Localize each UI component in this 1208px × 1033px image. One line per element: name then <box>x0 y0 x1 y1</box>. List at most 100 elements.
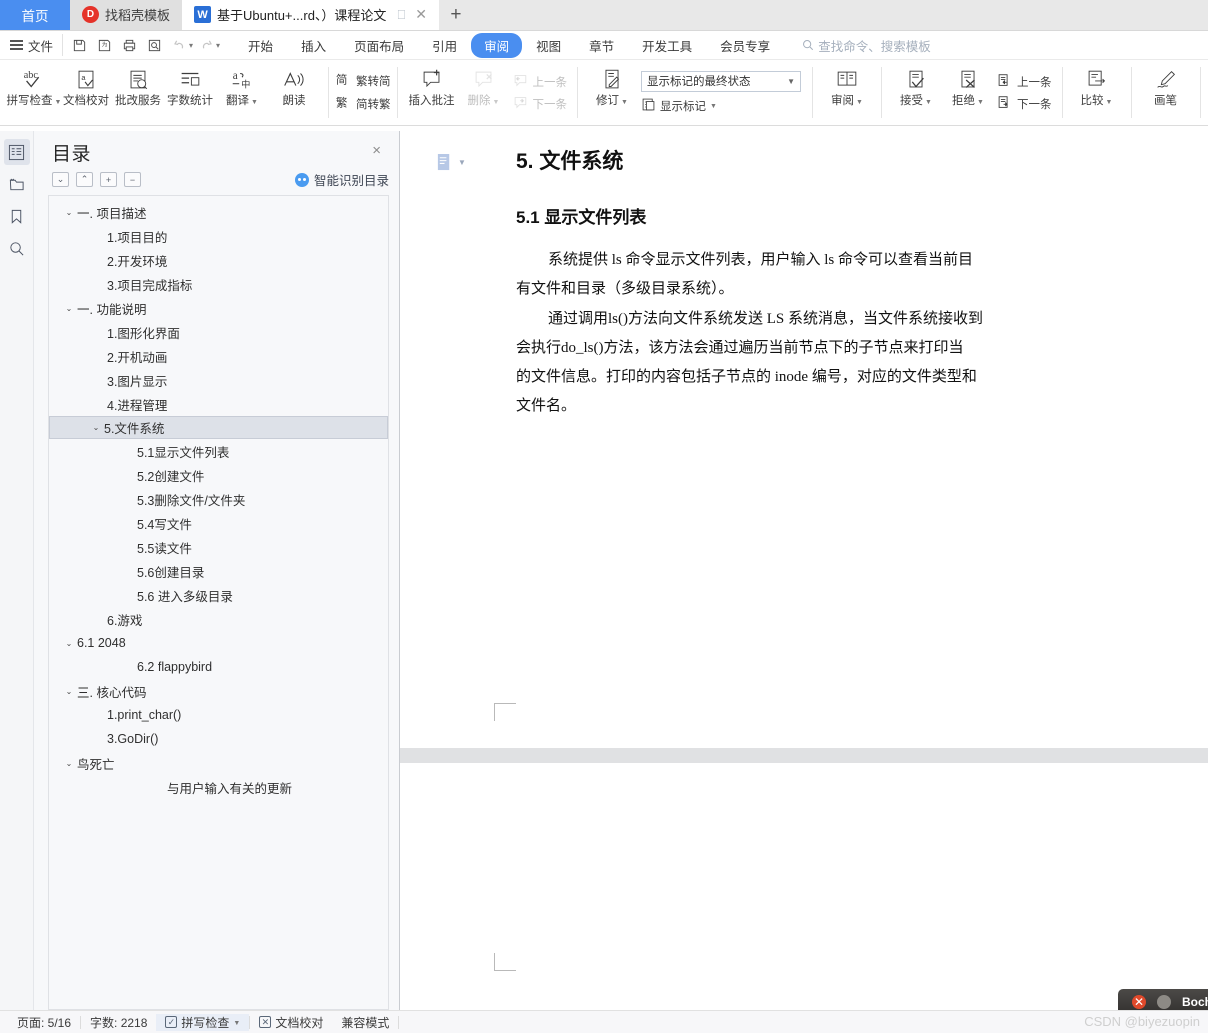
document-canvas[interactable]: ▼ 5. 文件系统 5.1 显示文件列表 系统提供 ls 命令显示文件列表，用户… <box>400 131 1208 1010</box>
sidebar-item-search-panel[interactable] <box>4 235 30 261</box>
delete-comment-button[interactable]: 删除 ▼ <box>458 60 510 125</box>
translate-button[interactable]: a中 翻译 ▼ <box>216 60 268 125</box>
tab-close-icon[interactable]: ✕ <box>415 6 427 23</box>
chevron-down-icon[interactable]: ▼ <box>251 99 258 107</box>
tab-developer-tools[interactable]: 开发工具 <box>628 34 706 57</box>
tab-start[interactable]: 开始 <box>234 34 287 57</box>
outline-item-19[interactable]: 6.2 flappybird <box>49 655 388 679</box>
outline-item-11[interactable]: 5.2创建文件 <box>49 463 388 487</box>
save-icon[interactable] <box>67 34 91 56</box>
trad-to-simp-button[interactable]: 简 繁转简 <box>335 72 391 91</box>
outline-item-13[interactable]: 5.4写文件 <box>49 511 388 535</box>
chevron-down-icon[interactable]: ▼ <box>233 1020 240 1027</box>
outline-item-2[interactable]: 2.开发环境 <box>49 248 388 272</box>
outline-item-1[interactable]: 1.项目目的 <box>49 224 388 248</box>
outline-item-22[interactable]: 3.GoDir() <box>49 727 388 751</box>
smart-outline-button[interactable]: 智能识别目录 <box>294 170 389 189</box>
document-text-body[interactable]: 5. 文件系统 5.1 显示文件列表 系统提供 ls 命令显示文件列表，用户输入… <box>516 145 1208 422</box>
expand-all-button[interactable]: + <box>100 172 117 187</box>
chevron-down-icon[interactable]: ▼ <box>493 99 500 107</box>
chevron-icon[interactable]: ⌄ <box>61 639 77 648</box>
outline-item-3[interactable]: 3.项目完成指标 <box>49 272 388 296</box>
status-page-count[interactable]: 页面: 5/16 <box>8 1014 80 1031</box>
reject-button[interactable]: 拒绝 ▼ <box>942 60 994 125</box>
tab-document[interactable]: W 基于Ubuntu+...rd、）课程论文 ⎕ ✕ <box>182 0 439 30</box>
insert-comment-button[interactable]: 插入批注 <box>406 60 458 125</box>
outline-item-14[interactable]: 5.5读文件 <box>49 535 388 559</box>
next-change-button[interactable]: 下一条 <box>996 95 1052 113</box>
document-page-1[interactable]: ▼ 5. 文件系统 5.1 显示文件列表 系统提供 ls 命令显示文件列表，用户… <box>400 131 1208 748</box>
document-format-icon-button[interactable]: ▼ <box>436 153 466 172</box>
chevron-icon[interactable]: ⌄ <box>61 304 77 313</box>
spellcheck-button[interactable]: abc 拼写检查 ▼ <box>7 60 62 125</box>
document-page-2[interactable] <box>400 763 1208 1010</box>
accept-button[interactable]: 接受 ▼ <box>890 60 942 125</box>
outline-item-16[interactable]: 5.6 进入多级目录 <box>49 583 388 607</box>
prev-comment-button[interactable]: 上一条 <box>512 73 567 91</box>
outline-item-7[interactable]: 3.图片显示 <box>49 368 388 392</box>
outline-item-18[interactable]: ⌄ 6.1 2048 <box>49 631 388 655</box>
tab-member-exclusive[interactable]: 会员专享 <box>706 34 784 57</box>
outline-item-5[interactable]: 1.图形化界面 <box>49 320 388 344</box>
collapse-up-button[interactable]: ⌃ <box>76 172 93 187</box>
status-proofread-button[interactable]: ✕ 文档校对 <box>250 1014 332 1031</box>
save-as-icon[interactable]: 为 <box>92 34 116 56</box>
outline-item-23[interactable]: ⌄ 鸟死亡 <box>49 751 388 775</box>
chevron-down-icon[interactable]: ▼ <box>856 99 863 107</box>
next-comment-button[interactable]: 下一条 <box>512 95 567 113</box>
chevron-down-icon[interactable]: ▼ <box>977 99 984 107</box>
sidebar-item-outline-view[interactable] <box>3 139 30 165</box>
compare-button[interactable]: 比较 ▼ <box>1071 60 1123 125</box>
chevron-down-icon[interactable]: ▼ <box>458 158 466 167</box>
tab-view[interactable]: 视图 <box>522 34 575 57</box>
chevron-icon[interactable]: ⌄ <box>61 208 77 217</box>
outline-item-12[interactable]: 5.3删除文件/文件夹 <box>49 487 388 511</box>
prev-change-button[interactable]: 上一条 <box>996 73 1052 91</box>
tab-monitor-icon[interactable]: ⎕ <box>397 7 405 23</box>
outline-item-20[interactable]: ⌄ 三. 核心代码 <box>49 679 388 703</box>
tab-review[interactable]: 审阅 <box>471 32 523 58</box>
print-preview-icon[interactable] <box>142 34 166 56</box>
chevron-icon[interactable]: ⌄ <box>61 759 77 768</box>
tab-references[interactable]: 引用 <box>418 34 471 57</box>
sidebar-item-thumbnail-view[interactable] <box>4 171 30 197</box>
correction-service-button[interactable]: 批改服务 <box>112 60 164 125</box>
chevron-down-icon[interactable]: ▼ <box>1106 99 1113 107</box>
tab-insert[interactable]: 插入 <box>287 34 340 57</box>
reviewing-pane-button[interactable]: 审阅 ▼ <box>821 60 873 125</box>
track-changes-button[interactable]: 修订 ▼ <box>586 60 638 125</box>
chevron-icon[interactable]: ⌄ <box>88 423 104 432</box>
redo-icon[interactable] <box>194 34 218 56</box>
read-aloud-button[interactable]: 朗读 <box>268 60 320 125</box>
outline-item-9[interactable]: ⌄ 5.文件系统 <box>49 416 388 439</box>
chevron-down-icon[interactable]: ▼ <box>621 99 628 107</box>
markup-state-dropdown[interactable]: 显示标记的最终状态 ▼ <box>641 70 801 92</box>
outline-item-10[interactable]: 5.1显示文件列表 <box>49 439 388 463</box>
chevron-down-icon[interactable]: ▼ <box>787 77 795 86</box>
collapse-all-button[interactable]: − <box>124 172 141 187</box>
outline-item-4[interactable]: ⌄ 一. 功能说明 <box>49 296 388 320</box>
undo-caret-icon[interactable]: ▾ <box>189 41 193 50</box>
undo-icon[interactable] <box>167 34 191 56</box>
expand-down-button[interactable]: ⌄ <box>52 172 69 187</box>
outline-item-8[interactable]: 4.进程管理 <box>49 392 388 416</box>
tab-page-layout[interactable]: 页面布局 <box>340 34 418 57</box>
customize-qat-icon[interactable]: ▾ <box>216 41 220 50</box>
chevron-icon[interactable]: ⌄ <box>61 687 77 696</box>
tab-home[interactable]: 首页 <box>0 0 70 30</box>
outline-close-icon[interactable]: × <box>368 139 385 162</box>
chevron-down-icon[interactable]: ▼ <box>55 99 62 107</box>
outline-item-21[interactable]: 1.print_char() <box>49 703 388 727</box>
tab-docer-template[interactable]: D 找稻壳模板 <box>70 0 183 30</box>
chevron-down-icon[interactable]: ▼ <box>925 99 932 107</box>
word-count-button[interactable]: 字数统计 <box>164 60 216 125</box>
show-markup-button[interactable]: 显示标记 ▼ <box>641 97 801 115</box>
outline-item-0[interactable]: ⌄ 一. 项目描述 <box>49 200 388 224</box>
outline-item-6[interactable]: 2.开机动画 <box>49 344 388 368</box>
status-word-count[interactable]: 字数: 2218 <box>81 1014 156 1031</box>
chevron-down-icon[interactable]: ▼ <box>710 103 717 110</box>
simp-to-trad-button[interactable]: 繁 简转繁 <box>335 95 391 114</box>
tab-section[interactable]: 章节 <box>575 34 628 57</box>
proofread-button[interactable]: a 文档校对 <box>60 60 112 125</box>
status-spellcheck-button[interactable]: ✓ 拼写检查 ▼ <box>156 1013 250 1031</box>
